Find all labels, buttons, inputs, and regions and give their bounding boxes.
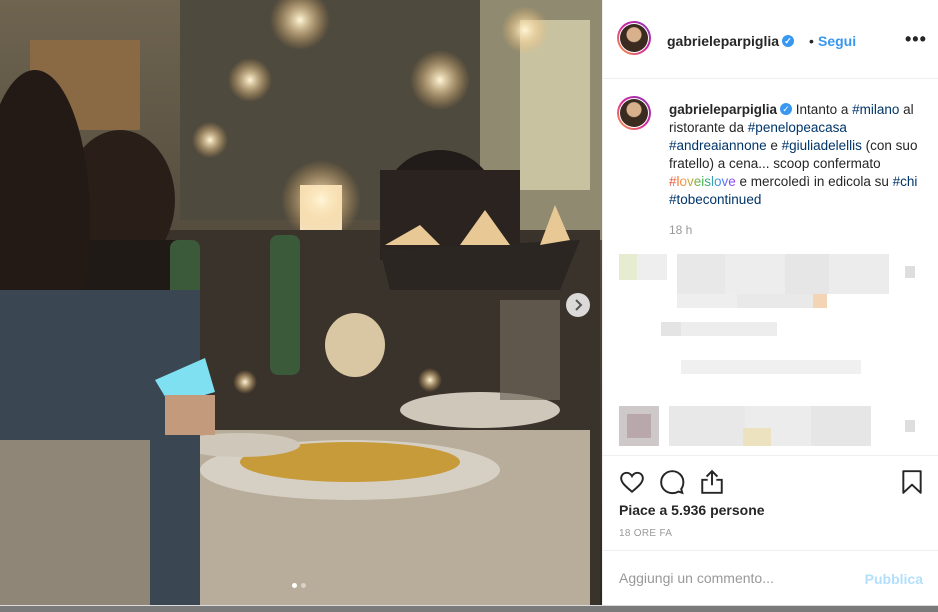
hashtag-penelopeacasa[interactable]: #penelopeacasa: [748, 120, 847, 135]
comment-icon: [660, 470, 685, 495]
separator: •: [809, 33, 814, 49]
caption-timestamp[interactable]: 18 h: [669, 223, 692, 237]
author-username-text: gabrieleparpiglia: [667, 33, 780, 49]
like-button[interactable]: [619, 469, 645, 495]
profile-picture: [620, 99, 648, 127]
caption-avatar[interactable]: [617, 96, 651, 130]
post-timestamp[interactable]: 18 ORE FA: [619, 528, 672, 539]
follow-button[interactable]: Segui: [818, 33, 856, 49]
caption-username[interactable]: gabrieleparpiglia: [669, 102, 777, 117]
comment-button[interactable]: [659, 469, 685, 495]
instagram-post-modal: gabrieleparpiglia ✓ • Segui ••• gabrielep…: [0, 0, 938, 606]
hashtag-loveislove[interactable]: #loveislove: [669, 174, 736, 189]
hashtag-tobecontinued[interactable]: #tobecontinued: [669, 192, 761, 207]
caption-text: e: [766, 138, 782, 153]
hashtag-chi[interactable]: #chi: [893, 174, 918, 189]
publish-button[interactable]: Pubblica: [865, 571, 923, 587]
more-options-icon[interactable]: •••: [905, 29, 927, 50]
share-button[interactable]: [699, 469, 725, 495]
chevron-right-icon: [575, 299, 583, 311]
blurred-comments: [619, 254, 915, 446]
verified-badge-icon: ✓: [782, 35, 795, 48]
author-username[interactable]: gabrieleparpiglia ✓: [667, 33, 795, 49]
next-photo-button[interactable]: [566, 293, 590, 317]
heart-icon: [620, 471, 644, 494]
hashtag-andreaiannone[interactable]: #andreaiannone: [669, 138, 767, 153]
post-sidebar: gabrieleparpiglia ✓ • Segui ••• gabrielep…: [602, 0, 938, 605]
share-icon: [701, 469, 723, 494]
post-header: gabrieleparpiglia ✓ • Segui •••: [603, 0, 938, 79]
restaurant-photo: [0, 0, 602, 605]
bookmark-icon: [902, 470, 922, 494]
post-caption: gabrieleparpiglia ✓ Intanto a #milano al …: [669, 101, 927, 209]
verified-badge-icon: ✓: [780, 103, 793, 116]
carousel-dot: [301, 583, 306, 588]
save-button[interactable]: [899, 469, 925, 495]
comment-bar: Pubblica: [603, 550, 938, 606]
comment-input[interactable]: [619, 568, 849, 588]
post-actions: Piace a 5.936 persone 18 ORE FA: [603, 455, 938, 551]
profile-picture: [620, 24, 648, 52]
carousel-dot-active: [292, 583, 297, 588]
likes-count[interactable]: Piace a 5.936 persone: [619, 502, 765, 518]
carousel-indicator: [292, 583, 306, 588]
hashtag-milano[interactable]: #milano: [852, 102, 899, 117]
caption-text: e mercoledì in edicola su: [735, 174, 893, 189]
avatar[interactable]: [617, 21, 651, 55]
caption-text: Intanto a: [792, 102, 853, 117]
post-photo[interactable]: [0, 0, 602, 605]
hashtag-giuliadelellis[interactable]: #giuliadelellis: [782, 138, 862, 153]
